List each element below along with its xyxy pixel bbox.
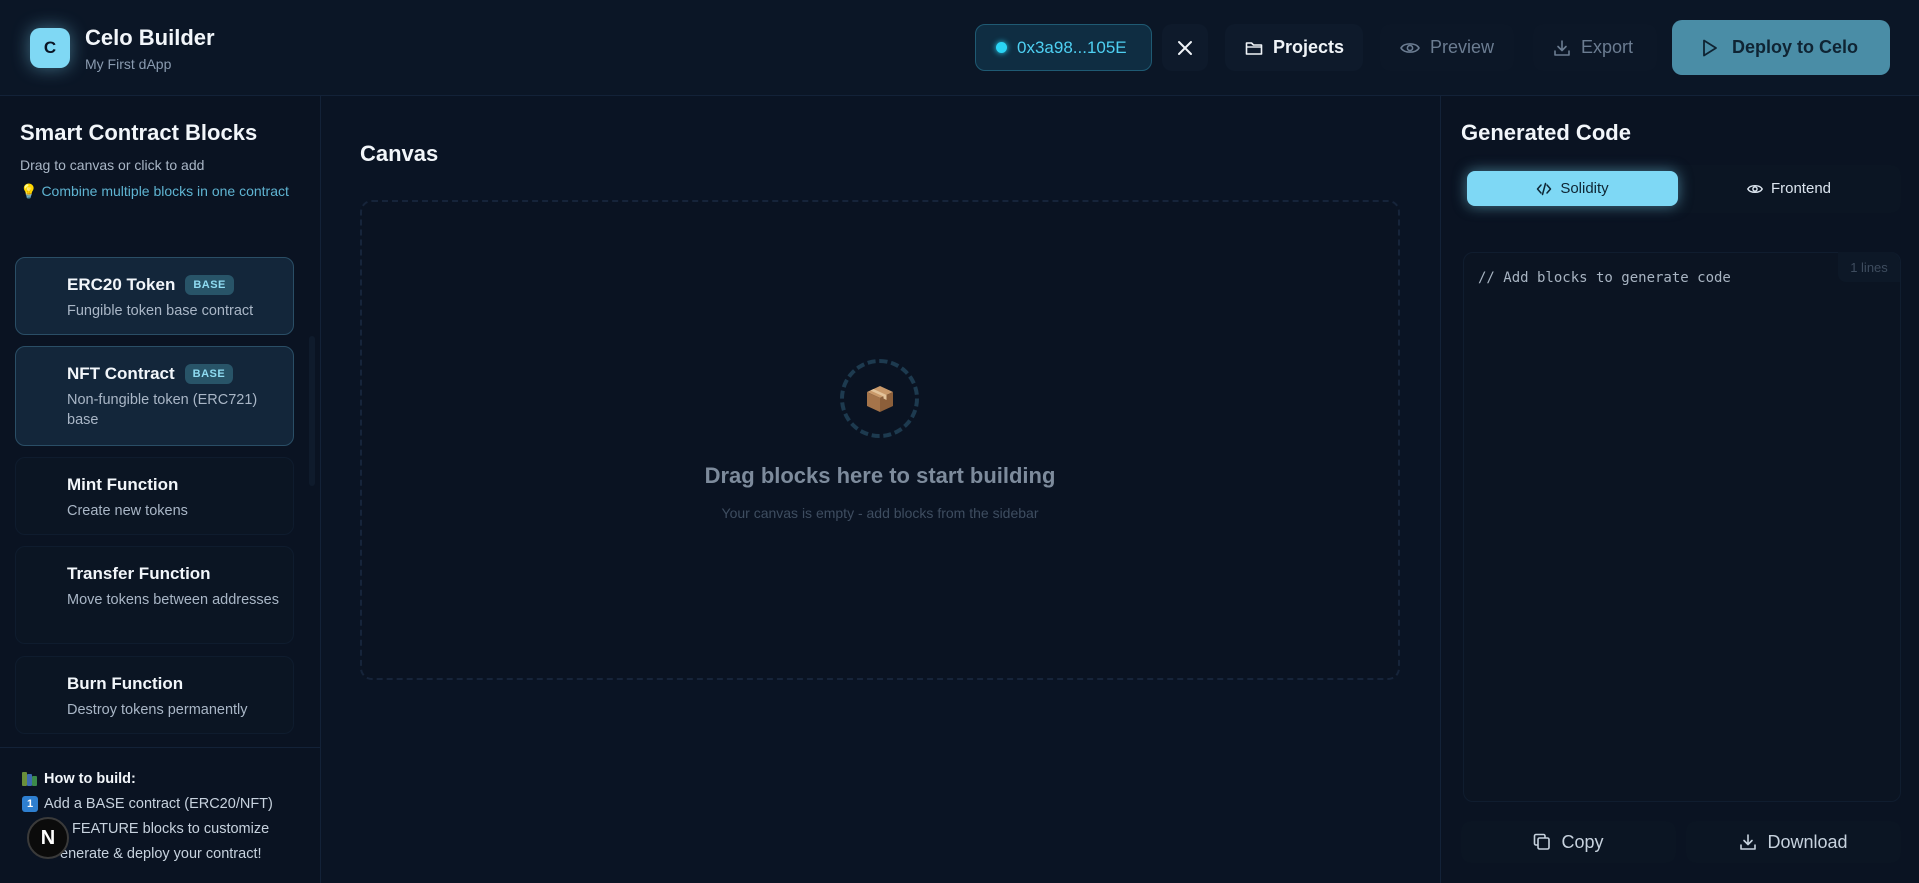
lightbulb-icon: 💡 <box>20 183 38 199</box>
block-description: Move tokens between addresses <box>67 592 279 608</box>
block-mint-function[interactable]: Mint Function Create new tokens <box>15 457 294 535</box>
number-one-icon: 1 <box>22 795 38 812</box>
block-transfer-function[interactable]: Transfer Function Move tokens between ad… <box>15 546 294 644</box>
empty-canvas-subtitle: Your canvas is empty - add blocks from t… <box>721 505 1039 521</box>
block-name: Burn Function <box>67 674 184 693</box>
app-logo: C <box>30 28 70 68</box>
eye-icon <box>1400 41 1420 55</box>
line-count: 1 lines <box>1838 252 1900 282</box>
tab-label: Frontend <box>1770 180 1832 197</box>
projects-label: Projects <box>1273 37 1345 57</box>
tip-text: Combine multiple blocks in one contract <box>41 183 289 199</box>
export-button[interactable]: Export <box>1533 24 1657 71</box>
disconnect-button[interactable] <box>1162 24 1208 71</box>
howto-heading-row: How to build: <box>22 766 321 791</box>
howto-step-text: enerate & deploy your contract! <box>60 845 262 862</box>
folder-icon <box>1245 40 1263 56</box>
wallet-address: 0x3a98...105E <box>1017 37 1127 57</box>
sidebar-subtitle: Drag to canvas or click to add <box>20 157 205 173</box>
base-badge: BASE <box>184 364 234 384</box>
howto-step: 1 Add a BASE contract (ERC20/NFT) <box>22 791 321 816</box>
tab-label: Solidity <box>1560 180 1609 197</box>
block-name: ERC20 Token <box>67 275 176 294</box>
canvas-title: Canvas <box>360 141 439 166</box>
play-icon <box>1702 39 1718 57</box>
package-icon <box>864 384 896 414</box>
sidebar-scrollbar[interactable] <box>309 336 315 486</box>
eye-icon <box>1746 183 1763 195</box>
how-to-build: How to build: 1 Add a BASE contract (ERC… <box>0 747 321 883</box>
tab-solidity[interactable]: Solidity <box>1467 171 1678 206</box>
wallet-status-dot <box>996 42 1007 53</box>
wallet-address-button[interactable]: 0x3a98...105E <box>975 24 1152 71</box>
block-name: Transfer Function <box>67 564 211 583</box>
canvas-dropzone[interactable] <box>360 200 1400 680</box>
dev-tools-badge[interactable]: N <box>27 817 69 859</box>
block-description: Non-fungible token (ERC721) base <box>67 392 258 428</box>
copy-button[interactable]: Copy <box>1461 821 1676 863</box>
app-title: Celo Builder <box>85 25 215 50</box>
books-icon <box>22 771 38 786</box>
app-subtitle: My First dApp <box>85 56 172 72</box>
code-editor[interactable] <box>1463 252 1901 802</box>
block-erc20-token[interactable]: ERC20 Token BASE Fungible token base con… <box>15 257 294 335</box>
export-label: Export <box>1581 37 1634 57</box>
block-name-row: NFT Contract BASE <box>67 364 293 384</box>
copy-label: Copy <box>1561 831 1604 852</box>
base-badge: BASE <box>185 275 234 295</box>
copy-icon <box>1533 833 1551 851</box>
howto-heading: How to build: <box>44 770 136 787</box>
howto-step-text: FEATURE blocks to customize <box>72 820 270 837</box>
projects-button[interactable]: Projects <box>1225 24 1363 71</box>
preview-button[interactable]: Preview <box>1380 24 1514 71</box>
preview-label: Preview <box>1430 37 1495 57</box>
howto-step-text: Add a BASE contract (ERC20/NFT) <box>44 795 273 812</box>
block-name: Mint Function <box>67 475 179 494</box>
block-name: NFT Contract <box>67 364 175 383</box>
empty-canvas-title: Drag blocks here to start building <box>704 463 1056 488</box>
code-panel-title: Generated Code <box>1461 120 1631 145</box>
block-burn-function[interactable]: Burn Function Destroy tokens permanently <box>15 656 294 734</box>
tab-frontend[interactable]: Frontend <box>1684 171 1894 206</box>
block-description: Create new tokens <box>67 503 188 519</box>
block-description: Destroy tokens permanently <box>67 702 248 718</box>
download-icon <box>1739 833 1757 851</box>
sidebar-tip: 💡 Combine multiple blocks in one contract <box>20 181 290 201</box>
download-button[interactable]: Download <box>1686 821 1901 863</box>
code-content: // Add blocks to generate code <box>1478 270 1731 286</box>
block-name-row: ERC20 Token BASE <box>67 275 293 295</box>
block-nft-contract[interactable]: NFT Contract BASE Non-fungible token (ER… <box>15 346 294 446</box>
sidebar-title: Smart Contract Blocks <box>20 120 258 145</box>
download-icon <box>1553 39 1571 57</box>
empty-canvas-icon <box>840 359 919 438</box>
code-icon <box>1536 182 1552 196</box>
close-icon <box>1177 40 1193 56</box>
download-label: Download <box>1767 831 1848 852</box>
deploy-label: Deploy to Celo <box>1732 37 1859 57</box>
deploy-button[interactable]: Deploy to Celo <box>1672 20 1890 75</box>
block-description: Fungible token base contract <box>67 303 254 319</box>
